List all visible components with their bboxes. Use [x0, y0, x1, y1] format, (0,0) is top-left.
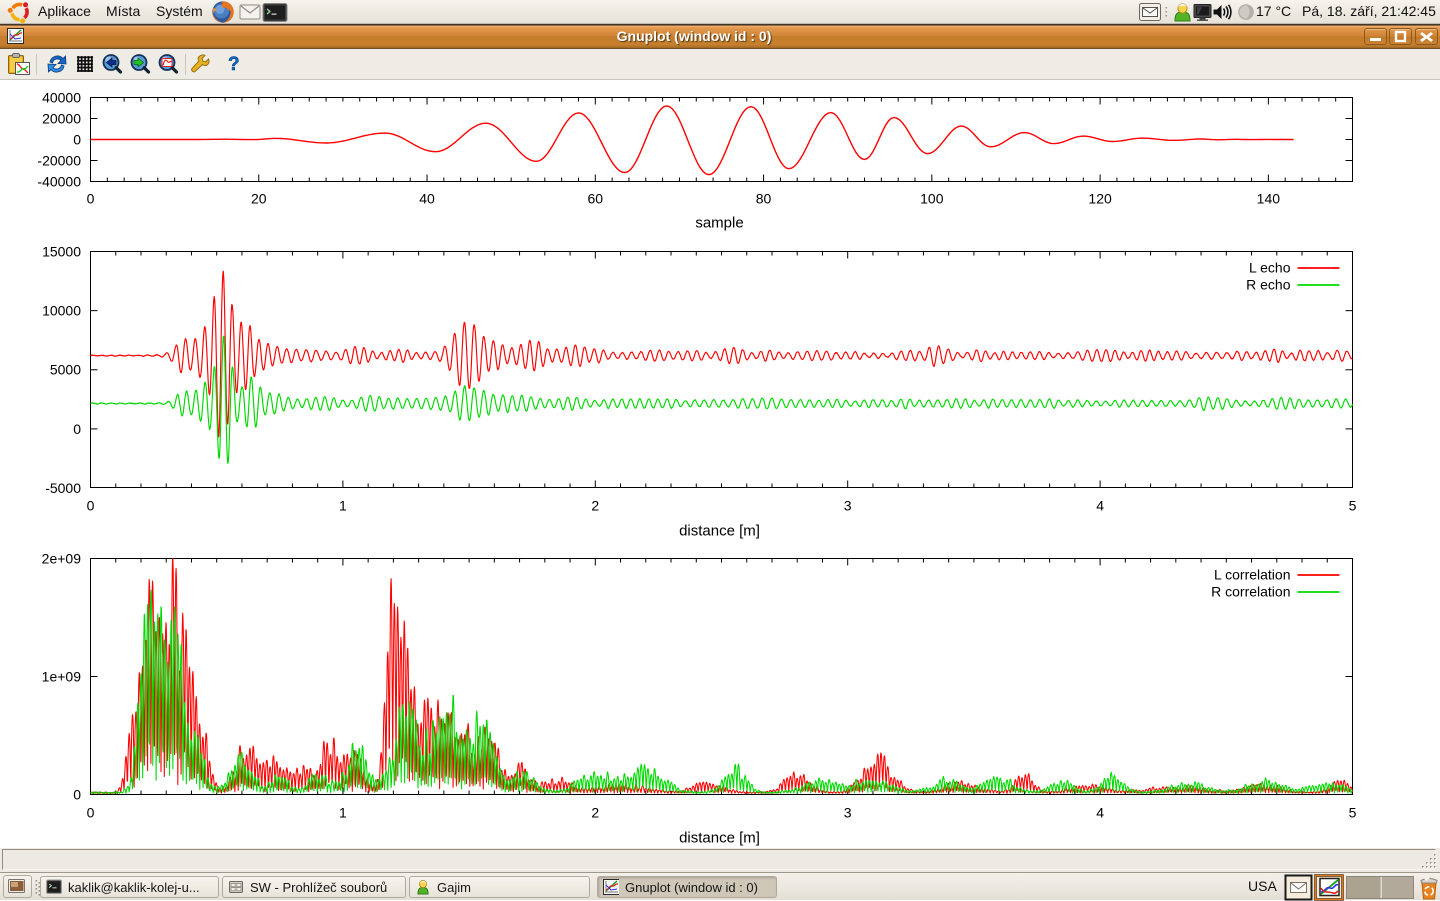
svg-text:3: 3 [844, 805, 852, 821]
svg-text:40: 40 [419, 191, 435, 207]
svg-text:1: 1 [339, 805, 347, 821]
svg-text:80: 80 [756, 191, 772, 207]
svg-text:60: 60 [588, 191, 604, 207]
svg-text:40000: 40000 [42, 90, 81, 106]
svg-text:4: 4 [1096, 498, 1104, 514]
svg-text:1e+09: 1e+09 [42, 669, 82, 685]
svg-text:5: 5 [1349, 498, 1357, 514]
svg-text:2: 2 [591, 805, 599, 821]
svg-text:distance [m]: distance [m] [679, 523, 760, 540]
svg-text:100: 100 [920, 191, 944, 207]
svg-text:140: 140 [1257, 191, 1281, 207]
svg-text:R echo: R echo [1246, 277, 1291, 293]
svg-text:0: 0 [87, 498, 95, 514]
svg-text:L echo: L echo [1249, 260, 1291, 276]
svg-text:20000: 20000 [42, 111, 81, 127]
svg-text:120: 120 [1088, 191, 1112, 207]
svg-text:-5000: -5000 [45, 480, 81, 496]
svg-text:0: 0 [73, 132, 81, 148]
svg-text:0: 0 [73, 421, 81, 437]
svg-text:distance [m]: distance [m] [679, 830, 760, 847]
svg-text:2: 2 [591, 498, 599, 514]
svg-text:20: 20 [251, 191, 267, 207]
svg-text:5: 5 [1349, 805, 1357, 821]
svg-text:15000: 15000 [42, 244, 81, 260]
svg-text:0: 0 [73, 787, 81, 803]
svg-text:?: ? [228, 54, 240, 75]
svg-text:3: 3 [844, 498, 852, 514]
svg-text:5000: 5000 [50, 362, 81, 378]
svg-text:-40000: -40000 [37, 174, 81, 190]
svg-text:-20000: -20000 [37, 153, 81, 169]
svg-text:sample: sample [695, 215, 743, 232]
svg-text:0: 0 [87, 191, 95, 207]
svg-text:1: 1 [339, 498, 347, 514]
svg-text:0: 0 [87, 805, 95, 821]
svg-text:10000: 10000 [42, 303, 81, 319]
svg-text:R correlation: R correlation [1211, 584, 1290, 600]
svg-text:2e+09: 2e+09 [42, 551, 82, 567]
svg-text:4: 4 [1096, 805, 1104, 821]
svg-text:L correlation: L correlation [1214, 567, 1291, 583]
